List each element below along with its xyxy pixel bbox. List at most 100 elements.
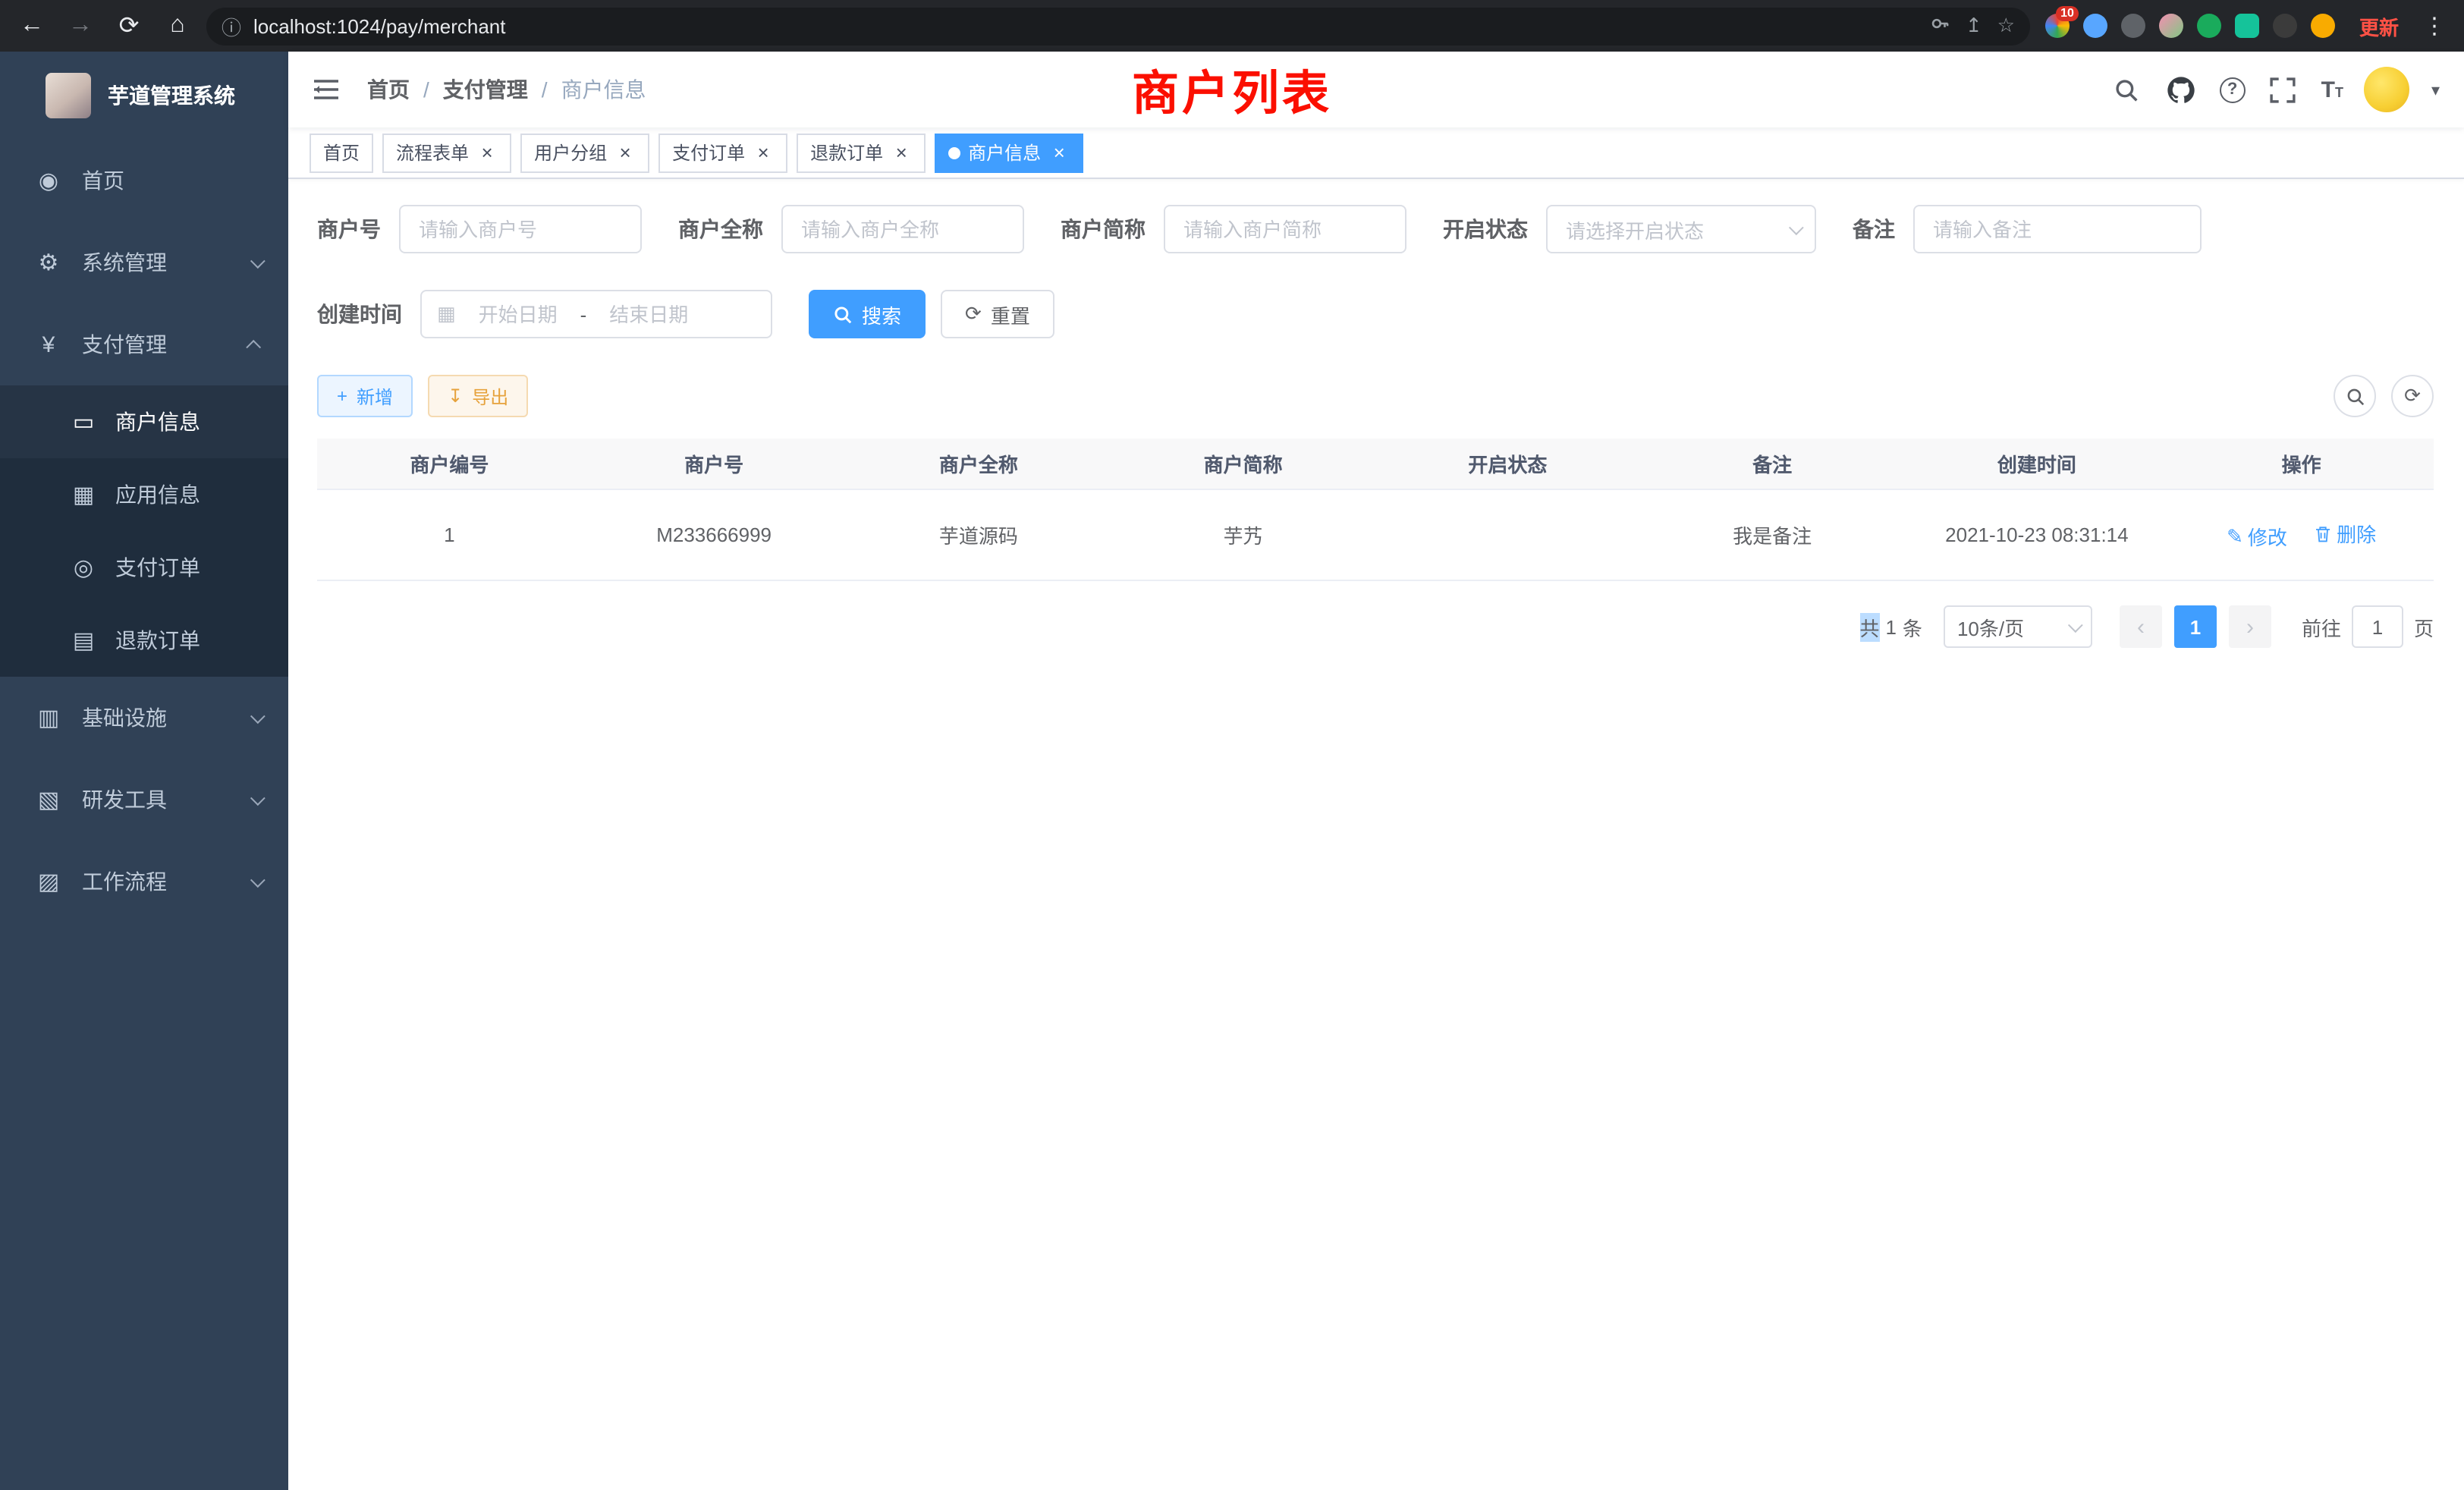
browser-update-button[interactable]: 更新 <box>2350 11 2408 40</box>
fullscreen-icon[interactable] <box>2267 73 2300 106</box>
breadcrumb-item[interactable]: 支付管理 <box>443 74 528 105</box>
table-toolbar: + 新增 ↧ 导出 ⟳ <box>317 375 2434 417</box>
extension-icon[interactable] <box>2083 14 2107 38</box>
cell-merchant-id: 1 <box>317 523 582 546</box>
sidebar-item-refund-order[interactable]: ▤ 退款订单 <box>0 604 288 677</box>
github-icon[interactable] <box>2165 73 2198 106</box>
profile-avatar-icon[interactable] <box>2311 14 2335 38</box>
search-toggle-button[interactable] <box>2334 375 2376 417</box>
edit-link[interactable]: ✎ 修改 <box>2227 522 2287 551</box>
tab-user-group[interactable]: 用户分组 × <box>520 133 649 172</box>
card-icon: ▭ <box>67 408 100 435</box>
order-icon: ◎ <box>67 554 100 581</box>
field-label: 备注 <box>1853 214 1895 244</box>
address-bar[interactable]: ⓘ localhost:1024/pay/merchant ↥ ☆ <box>206 7 2030 45</box>
payment-submenu: ▭ 商户信息 ▦ 应用信息 ◎ 支付订单 ▤ 退款订单 <box>0 385 288 677</box>
next-page-button[interactable]: › <box>2229 605 2271 648</box>
browser-reload-button[interactable]: ⟳ <box>109 6 149 46</box>
password-key-icon[interactable] <box>1931 14 1950 38</box>
tab-home[interactable]: 首页 <box>310 133 373 172</box>
close-icon[interactable]: × <box>891 142 912 163</box>
sidebar: 芋道管理系统 ◉ 首页 ⚙ 系统管理 ¥ 支付管理 ▭ 商户信息 <box>0 52 288 1490</box>
prev-page-button[interactable]: ‹ <box>2120 605 2162 648</box>
chevron-down-icon <box>1789 219 1804 234</box>
sidebar-item-dev-tools[interactable]: ▧ 研发工具 <box>0 759 288 841</box>
screen: ← → ⟳ ⌂ ⓘ localhost:1024/pay/merchant ↥ … <box>0 0 2464 1490</box>
tab-process-form[interactable]: 流程表单 × <box>382 133 511 172</box>
chevron-down-icon <box>250 790 266 805</box>
remark-input[interactable] <box>1913 205 2202 253</box>
reset-button[interactable]: ⟳ 重置 <box>941 290 1054 338</box>
close-icon[interactable]: × <box>476 142 498 163</box>
font-size-icon[interactable]: TT <box>2321 77 2343 102</box>
add-button-label: 新增 <box>357 383 393 409</box>
caret-down-icon[interactable]: ▾ <box>2431 80 2440 99</box>
search-button[interactable]: 搜索 <box>809 290 926 338</box>
sidebar-item-payment[interactable]: ¥ 支付管理 <box>0 303 288 385</box>
extension-icon[interactable] <box>2197 14 2221 38</box>
table-row: 1 M233666999 芋道源码 芋艿 我是备注 2021-10-23 08:… <box>317 490 2434 581</box>
share-icon[interactable]: ↥ <box>1966 14 1982 38</box>
breadcrumb-separator: / <box>423 77 429 102</box>
field-label: 商户号 <box>317 214 381 244</box>
filter-remark: 备注 <box>1853 205 2202 253</box>
breadcrumb-item[interactable]: 首页 <box>367 74 410 105</box>
tab-pay-order[interactable]: 支付订单 × <box>658 133 787 172</box>
tab-label: 用户分组 <box>534 140 607 165</box>
tab-dot <box>948 146 960 159</box>
browser-menu-icon[interactable]: ⋮ <box>2417 12 2452 39</box>
close-icon[interactable]: × <box>753 142 774 163</box>
logo-avatar <box>46 73 91 118</box>
merchant-name-input[interactable] <box>781 205 1024 253</box>
extensions-puzzle-icon[interactable] <box>2273 14 2297 38</box>
refresh-button[interactable]: ⟳ <box>2391 375 2434 417</box>
sidebar-item-home[interactable]: ◉ 首页 <box>0 140 288 222</box>
sidebar-item-label: 首页 <box>82 165 261 196</box>
close-icon[interactable]: × <box>614 142 636 163</box>
extension-icon[interactable] <box>2121 14 2145 38</box>
tab-refund-order[interactable]: 退款订单 × <box>797 133 926 172</box>
extension-icon[interactable]: 10 <box>2045 14 2070 38</box>
site-info-icon[interactable]: ⓘ <box>222 11 241 40</box>
start-date-input[interactable] <box>462 303 574 325</box>
user-avatar[interactable] <box>2365 67 2410 112</box>
browser-home-button[interactable]: ⌂ <box>158 6 197 46</box>
date-range-picker[interactable]: ▦ - <box>420 290 772 338</box>
tab-merchant-info[interactable]: 商户信息 × <box>935 133 1083 172</box>
chevron-down-icon <box>2068 617 2083 632</box>
merchant-short-input[interactable] <box>1164 205 1406 253</box>
sidebar-item-workflow[interactable]: ▨ 工作流程 <box>0 841 288 923</box>
goto-page-input[interactable] <box>2352 605 2403 648</box>
page-number-button[interactable]: 1 <box>2174 605 2217 648</box>
column-header: 操作 <box>2169 449 2434 478</box>
workflow-icon: ▨ <box>30 868 67 895</box>
status-select[interactable]: 请选择开启状态 <box>1546 205 1816 253</box>
hamburger-icon[interactable] <box>313 74 343 105</box>
filter-merchant-no: 商户号 <box>317 205 642 253</box>
sidebar-item-pay-order[interactable]: ◎ 支付订单 <box>0 531 288 604</box>
browser-back-button[interactable]: ← <box>12 6 52 46</box>
export-button-label: 导出 <box>472 383 508 409</box>
close-icon[interactable]: × <box>1048 142 1070 163</box>
end-date-input[interactable] <box>592 303 705 325</box>
column-header: 商户编号 <box>317 449 582 478</box>
add-button[interactable]: + 新增 <box>317 375 413 417</box>
goto-label: 前往 <box>2302 612 2341 641</box>
bookmark-star-icon[interactable]: ☆ <box>1997 14 2015 38</box>
page-size-select[interactable]: 10条/页 <box>1944 605 2092 648</box>
cell-merchant-short: 芋艿 <box>1111 520 1375 549</box>
merchant-no-input[interactable] <box>399 205 642 253</box>
browser-forward-button[interactable]: → <box>61 6 100 46</box>
extension-icon[interactable] <box>2159 14 2183 38</box>
help-icon[interactable]: ? <box>2220 77 2246 102</box>
export-button[interactable]: ↧ 导出 <box>428 375 528 417</box>
sidebar-item-merchant-info[interactable]: ▭ 商户信息 <box>0 385 288 458</box>
search-icon[interactable] <box>2110 73 2144 106</box>
sidebar-item-system[interactable]: ⚙ 系统管理 <box>0 222 288 303</box>
delete-link[interactable]: 删除 <box>2314 519 2376 548</box>
sidebar-item-infrastructure[interactable]: ▥ 基础设施 <box>0 677 288 759</box>
cell-remark: 我是备注 <box>1640 520 1905 549</box>
sidebar-item-app-info[interactable]: ▦ 应用信息 <box>0 458 288 531</box>
filter-merchant-short: 商户简称 <box>1061 205 1406 253</box>
extension-icon[interactable] <box>2235 14 2259 38</box>
